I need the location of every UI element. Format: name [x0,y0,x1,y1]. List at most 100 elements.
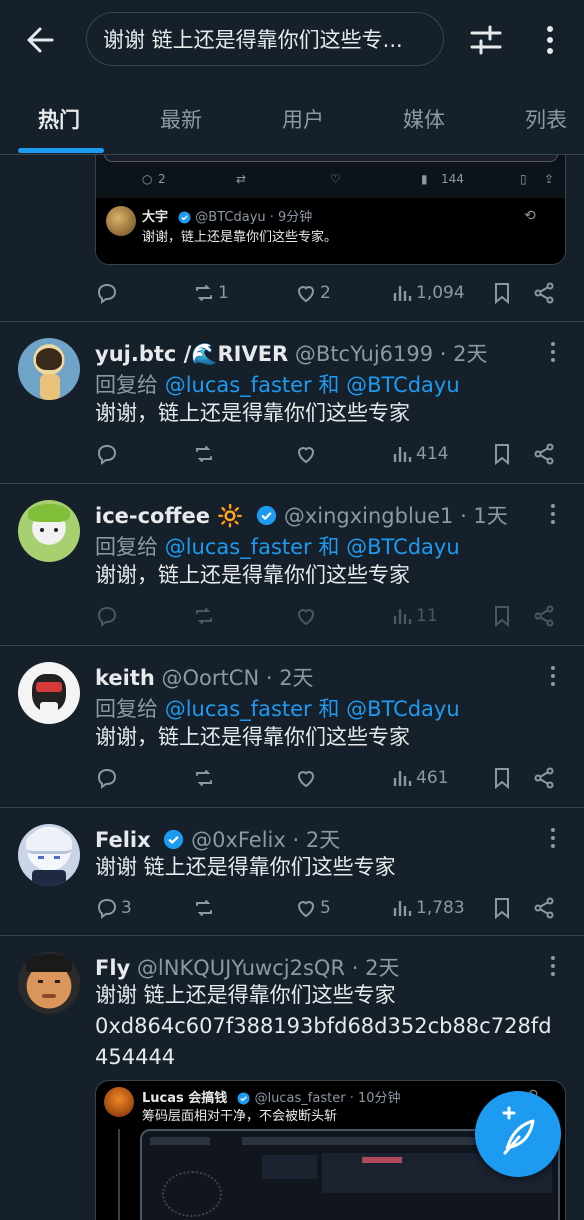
compose-button[interactable] [475,1091,561,1177]
mention-link[interactable]: @BTCdayu [346,373,460,397]
avatar[interactable] [18,338,80,400]
mention-link[interactable]: @BTCdayu [346,535,460,559]
quoted-tweet[interactable]: 大宇 @BTCdayu · 9分钟 谢谢，链上还是靠你们这些专家。 ⟲ [96,198,565,264]
views-button[interactable]: 414 [390,440,448,468]
quoted-time: · 10分钟 [349,1091,401,1106]
share-button[interactable] [532,764,556,792]
filter-sliders-icon[interactable] [468,22,504,58]
grok-icon[interactable]: ⟲ [524,208,536,224]
quoted-name: 大宇 [142,210,169,225]
tweet-more-icon[interactable] [548,340,558,364]
views-button[interactable]: 1,094 [390,279,465,307]
more-options-icon[interactable] [538,22,562,58]
quoted-handle: @BTCdayu [195,210,266,225]
views-button[interactable]: 11 [390,602,438,630]
like-count: 5 [320,898,331,918]
bookmark-button[interactable] [490,764,514,792]
display-name[interactable]: ice-coffee 🔆 [95,504,243,528]
avatar[interactable] [18,662,80,724]
tweet-header: Fly @lNKQUJYuwcj2sQR · 2天 [95,952,399,982]
retweet-count: 1 [218,283,229,303]
reply-button[interactable] [95,279,121,307]
bookmark-button[interactable] [490,894,514,922]
top-bar: 谢谢 链上还是得靠你们这些专... 热门 最新 用户 媒体 列表 [0,0,584,155]
mention-link[interactable]: @lucas_faster [165,535,312,559]
like-button[interactable] [294,440,320,468]
like-button[interactable]: 2 [294,279,331,307]
retweet-button[interactable]: 1 [192,279,229,307]
embedded-action-bar: ○ 2 ⇄ ♡ ▮ 144 ▯ ⇪ [96,168,565,192]
tab-people[interactable]: 用户 [282,104,324,134]
heart-icon [297,447,315,464]
timestamp: · 2天 [265,666,314,690]
tab-latest[interactable]: 最新 [160,104,202,134]
reply-button[interactable] [95,764,121,792]
bookmark-icon [495,768,509,790]
back-arrow-icon[interactable] [22,22,62,58]
retweet-button[interactable] [192,440,218,468]
reply-icon [97,283,117,304]
mention-link[interactable]: @lucas_faster [165,373,312,397]
share-button[interactable] [532,894,556,922]
share-button[interactable] [532,279,556,307]
tweet-item[interactable]: keith @OortCN · 2天 回复给 @lucas_faster 和 @… [0,645,584,807]
views-chart-icon [393,609,412,624]
tweet-more-icon[interactable] [548,502,558,526]
tab-indicator [18,148,104,153]
like-button[interactable] [294,764,320,792]
tweet-more-icon[interactable] [548,664,558,688]
display-name[interactable]: keith [95,666,155,690]
retweet-button[interactable] [192,764,218,792]
quoted-avatar [104,1087,134,1117]
mention-link[interactable]: @BTCdayu [346,697,460,721]
reply-button[interactable] [95,602,121,630]
views-count: 414 [416,444,449,464]
share-button[interactable] [532,602,556,630]
user-handle[interactable]: @0xFelix [191,828,286,852]
tweet-item[interactable]: Felix @0xFelix · 2天 谢谢 链上还是得靠你们这些专家 3 5 … [0,807,584,935]
avatar[interactable] [18,824,80,886]
share-icon [534,605,554,627]
timestamp: · 2天 [439,342,488,366]
user-handle[interactable]: @OortCN [162,666,260,690]
heart-icon [297,609,315,626]
retweet-button[interactable] [192,894,218,922]
like-button[interactable] [294,602,320,630]
display-name[interactable]: yuj.btc /🌊RIVER [95,342,288,366]
tweet-item[interactable]: ice-coffee 🔆 @xingxingblue1 · 1天 回复给 @lu… [0,483,584,645]
display-name[interactable]: Felix [95,828,151,852]
verified-badge-icon [237,1092,250,1105]
share-icon [534,443,554,465]
views-button[interactable]: 461 [390,764,448,792]
avatar[interactable] [18,500,80,562]
bookmark-button[interactable] [490,279,514,307]
tab-top[interactable]: 热门 [38,104,80,134]
reply-button[interactable] [95,440,121,468]
bookmark-button[interactable] [490,440,514,468]
like-button[interactable]: 5 [294,894,331,922]
reply-context: 回复给 @lucas_faster 和 @BTCdayu [95,373,460,397]
views-button[interactable]: 1,783 [390,894,465,922]
tweet-more-icon[interactable] [548,954,558,978]
tab-media[interactable]: 媒体 [403,104,445,134]
bookmark-button[interactable] [490,602,514,630]
tweet-more-icon[interactable] [548,826,558,850]
avatar[interactable] [18,952,80,1014]
display-name[interactable]: Fly [95,956,130,980]
compose-feather-icon [502,1106,535,1155]
tweet-item[interactable]: yuj.btc /🌊RIVER @BtcYuj6199 · 2天 回复给 @lu… [0,321,584,483]
share-button[interactable] [532,440,556,468]
reply-button[interactable]: 3 [95,894,132,922]
search-tabs: 热门 最新 用户 媒体 列表 [0,90,584,154]
bookmark-icon [495,606,509,628]
mini-retweet-icon: ⇄ [236,172,247,186]
search-input[interactable]: 谢谢 链上还是得靠你们这些专... [86,12,444,66]
tweet-action-bar: 11 [0,596,584,636]
user-handle[interactable]: @lNKQUJYuwcj2sQR [137,956,345,980]
user-handle[interactable]: @xingxingblue1 [284,504,454,528]
tweet-action-bar: 414 [0,434,584,474]
user-handle[interactable]: @BtcYuj6199 [295,342,433,366]
retweet-button[interactable] [192,602,218,630]
mention-link[interactable]: @lucas_faster [165,697,312,721]
tab-lists[interactable]: 列表 [525,104,567,134]
